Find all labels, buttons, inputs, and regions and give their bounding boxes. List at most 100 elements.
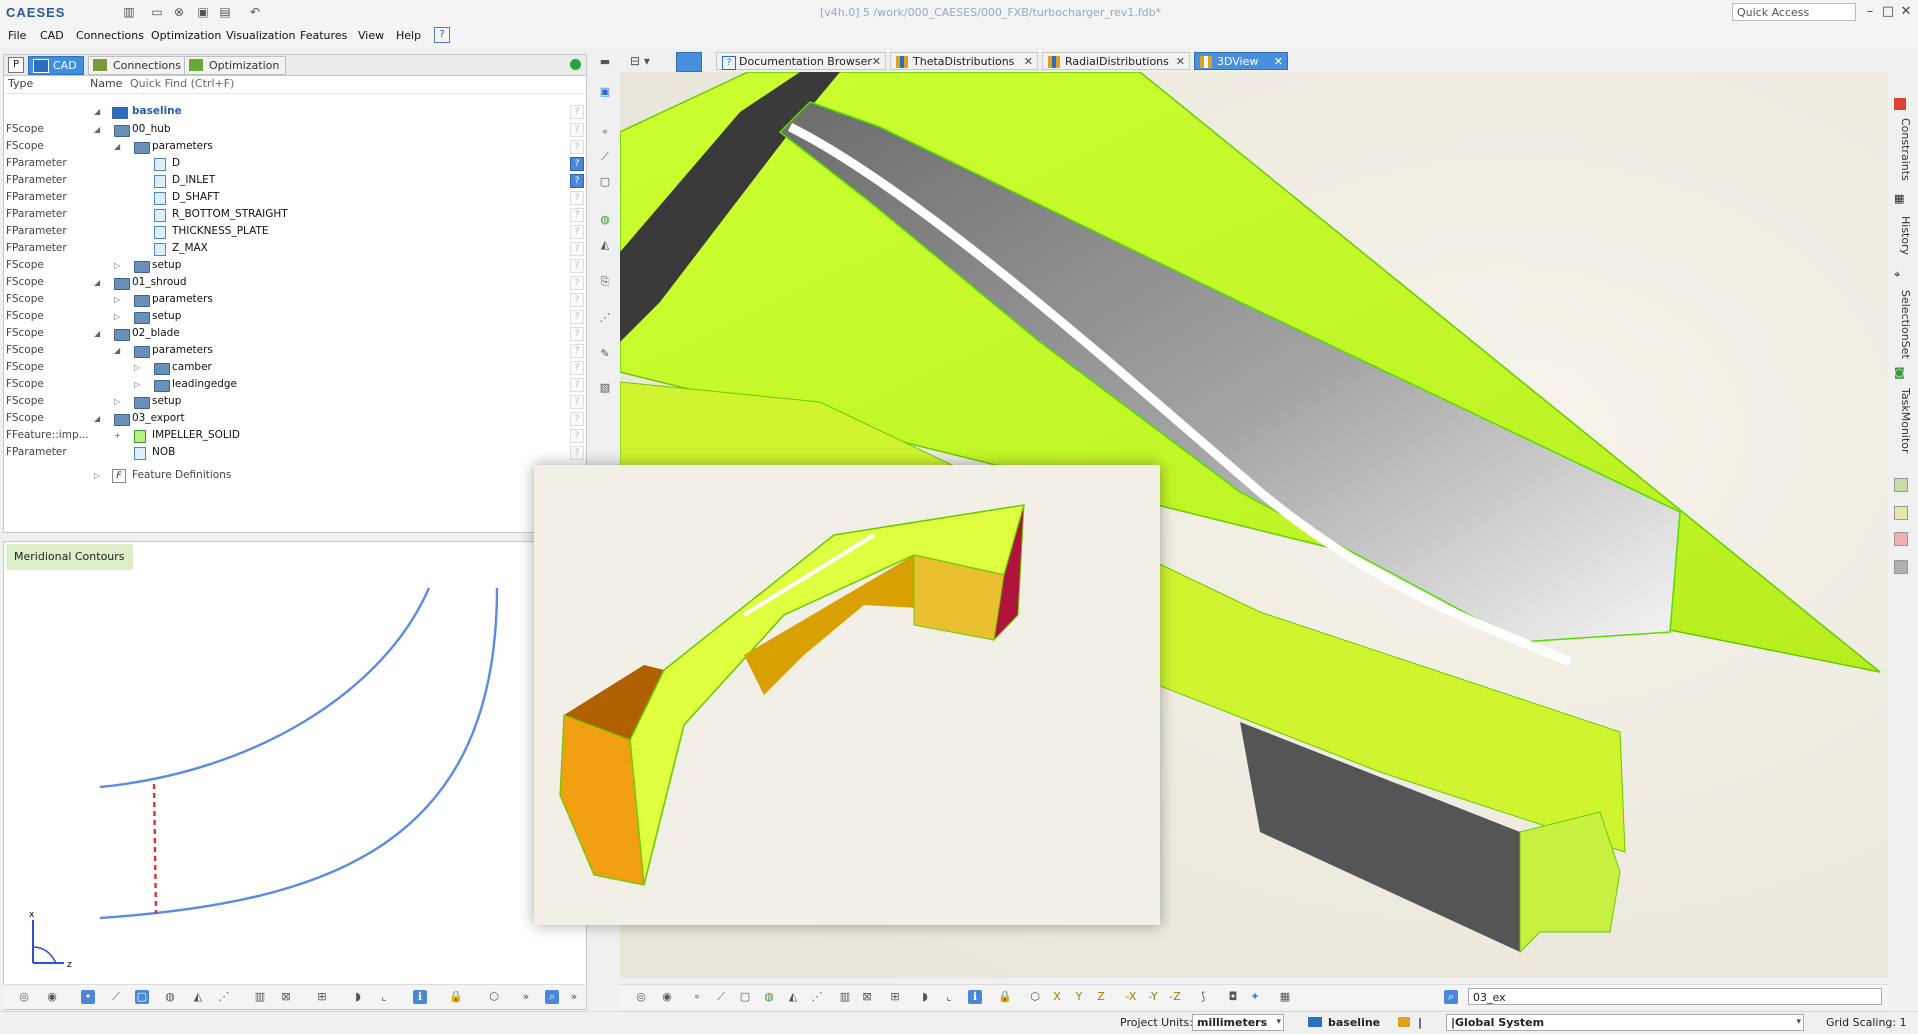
help-icon[interactable]: ? xyxy=(570,105,584,119)
tree-row[interactable]: FParameter Z_MAX? xyxy=(4,240,586,257)
help-icon[interactable]: ? xyxy=(570,412,584,426)
cube-icon[interactable]: ⬡ xyxy=(487,990,501,1004)
export-tool-icon[interactable]: ▧ xyxy=(597,380,613,396)
quick-find-input[interactable]: Quick Find (Ctrl+F) xyxy=(130,77,234,90)
help-icon[interactable]: ? xyxy=(570,157,584,171)
close-window-icon[interactable]: ✕ xyxy=(1898,4,1914,19)
curve-icon[interactable]: ⟋ xyxy=(109,990,123,1004)
quick-access-input[interactable]: Quick Access (Ctrl+Q) xyxy=(1732,3,1856,37)
help-icon[interactable]: ? xyxy=(570,259,584,273)
tree-row[interactable]: FParameter D_SHAFT? xyxy=(4,189,586,206)
collapse-arrow-icon[interactable]: ◢ xyxy=(94,103,100,120)
shield-icon[interactable]: ◗ xyxy=(918,990,932,1004)
tab-3dview[interactable]: 3DView ✕ xyxy=(1194,52,1288,70)
help-icon[interactable]: ? xyxy=(570,395,584,409)
tree-row[interactable]: FParameter NOB? xyxy=(4,444,586,461)
expand-arrow-icon[interactable]: ▷ xyxy=(134,376,140,393)
info-icon[interactable]: ℹ xyxy=(968,990,982,1004)
cube-icon[interactable]: ⬡ xyxy=(1028,990,1042,1004)
surface-icon[interactable]: ▢ xyxy=(135,990,149,1004)
help-icon[interactable]: ? xyxy=(570,378,584,392)
tree-row[interactable]: FScope ▷ leadingedge? xyxy=(4,376,586,393)
tab-theta-distributions[interactable]: ThetaDistributions ✕ xyxy=(890,52,1038,70)
select-point-icon[interactable]: • xyxy=(81,990,95,1004)
collapse-arrow-icon[interactable]: ◢ xyxy=(94,325,100,342)
help-icon[interactable]: ? xyxy=(570,361,584,375)
color-swatch-green[interactable] xyxy=(1894,478,1908,492)
shading-icon[interactable]: ◭ xyxy=(191,990,205,1004)
tree-row[interactable]: FScope ▷ setup? xyxy=(4,308,586,325)
tab-optimization[interactable]: Optimization xyxy=(184,56,287,75)
measure-icon[interactable]: ⟆ xyxy=(1196,990,1210,1004)
more-right-icon[interactable]: » xyxy=(567,990,581,1004)
shape-tool-icon[interactable]: ◭ xyxy=(597,237,613,253)
side-tab-selectionset[interactable]: SelectionSet xyxy=(1890,290,1912,359)
help-icon[interactable]: ? xyxy=(570,140,584,154)
menu-connections[interactable]: Connections xyxy=(76,29,144,42)
help-icon[interactable]: ? xyxy=(570,242,584,256)
view-neg-x-icon[interactable]: -X xyxy=(1124,990,1138,1004)
view-neg-y-icon[interactable]: -Y xyxy=(1146,990,1160,1004)
color-swatch-red[interactable] xyxy=(1894,532,1908,546)
collapse-arrow-icon[interactable]: ◢ xyxy=(114,138,120,155)
pin-p-icon[interactable]: P xyxy=(8,57,24,73)
help-icon[interactable]: ? xyxy=(570,310,584,324)
close-project-icon[interactable]: ⊗ xyxy=(172,5,186,19)
help-icon[interactable]: ? xyxy=(570,327,584,341)
menu-visualization[interactable]: Visualization xyxy=(226,29,295,42)
maximize-icon[interactable]: □ xyxy=(1880,4,1896,19)
tree-row-feature-definitions[interactable]: ▷ F Feature Definitions xyxy=(4,467,586,484)
feature-icon[interactable]: ◍ xyxy=(762,990,776,1004)
edit-tool-icon[interactable]: ✎ xyxy=(597,346,613,362)
side-tab-taskmonitor[interactable]: TaskMonitor xyxy=(1890,388,1912,454)
close-tab-icon[interactable]: ✕ xyxy=(1024,53,1033,71)
menu-optimization[interactable]: Optimization xyxy=(151,29,221,42)
layout-icon[interactable]: ▥ xyxy=(122,5,136,19)
tree-row[interactable]: FFeature::imp... + IMPELLER_SOLID? xyxy=(4,427,586,444)
help-icon[interactable]: ? xyxy=(570,123,584,137)
axes-icon[interactable]: ⌞ xyxy=(377,990,391,1004)
color-swatch-gray[interactable] xyxy=(1894,560,1908,574)
help-icon[interactable]: ? xyxy=(570,174,584,188)
collapse-arrow-icon[interactable]: ◢ xyxy=(94,410,100,427)
close-tab-icon[interactable]: ✕ xyxy=(1176,53,1185,71)
tree-row[interactable]: FParameter D? xyxy=(4,155,586,172)
help-icon[interactable]: ? xyxy=(570,225,584,239)
lock-icon[interactable]: 🔒 xyxy=(998,990,1012,1004)
shield-icon[interactable]: ◗ xyxy=(351,990,365,1004)
tree-row[interactable]: FScope ◢ parameters? xyxy=(4,138,586,155)
tree-row[interactable]: FScope ▷ camber? xyxy=(4,359,586,376)
grid-icon[interactable]: ▥ xyxy=(838,990,852,1004)
view-z-icon[interactable]: Z xyxy=(1094,990,1108,1004)
selection-search-input[interactable]: 03_ex xyxy=(1468,988,1882,1005)
view-neg-z-icon[interactable]: -Z xyxy=(1168,990,1182,1004)
view-all-icon[interactable]: ◎ xyxy=(17,990,31,1004)
close-tab-icon[interactable]: ✕ xyxy=(872,53,881,71)
folder-view-icon[interactable]: ▬ xyxy=(597,54,613,70)
tree-row[interactable]: FScope ▷ setup? xyxy=(4,257,586,274)
collapse-arrow-icon[interactable]: ◢ xyxy=(94,274,100,291)
help-icon[interactable]: ? xyxy=(570,446,584,460)
point-icon[interactable]: ∘ xyxy=(597,124,613,140)
camera-icon[interactable]: ◘ xyxy=(1226,990,1240,1004)
help-icon[interactable]: ? xyxy=(570,208,584,222)
meridional-plot[interactable]: x z xyxy=(4,542,586,985)
info-icon[interactable]: ℹ xyxy=(413,990,427,1004)
help-icon[interactable]: ? xyxy=(570,429,584,443)
whats-this-help-icon[interactable]: ? xyxy=(434,27,450,43)
collapse-arrow-icon[interactable]: ◢ xyxy=(114,342,120,359)
shading-icon[interactable]: ◭ xyxy=(786,990,800,1004)
menu-view[interactable]: View xyxy=(358,29,384,42)
layout-menu-icon[interactable]: ⊟ ▾ xyxy=(630,54,650,68)
tree-row[interactable]: FScope ◢ parameters? xyxy=(4,342,586,359)
expand-arrow-icon[interactable]: ▷ xyxy=(134,359,140,376)
tree-row[interactable]: FScope ◢ 03_export? xyxy=(4,410,586,427)
open-icon[interactable]: ▭ xyxy=(150,5,164,19)
collapse-arrow-icon[interactable]: ◢ xyxy=(94,121,100,138)
search-icon[interactable]: ⌕ xyxy=(1444,990,1458,1004)
surface-icon[interactable]: ▢ xyxy=(738,990,752,1004)
view-y-icon[interactable]: Y xyxy=(1072,990,1086,1004)
curve-tool-icon[interactable]: ⟋ xyxy=(597,149,613,165)
import-tool-icon[interactable]: ⎘ xyxy=(597,274,613,290)
surface-tool-icon[interactable]: ▢ xyxy=(597,174,613,190)
